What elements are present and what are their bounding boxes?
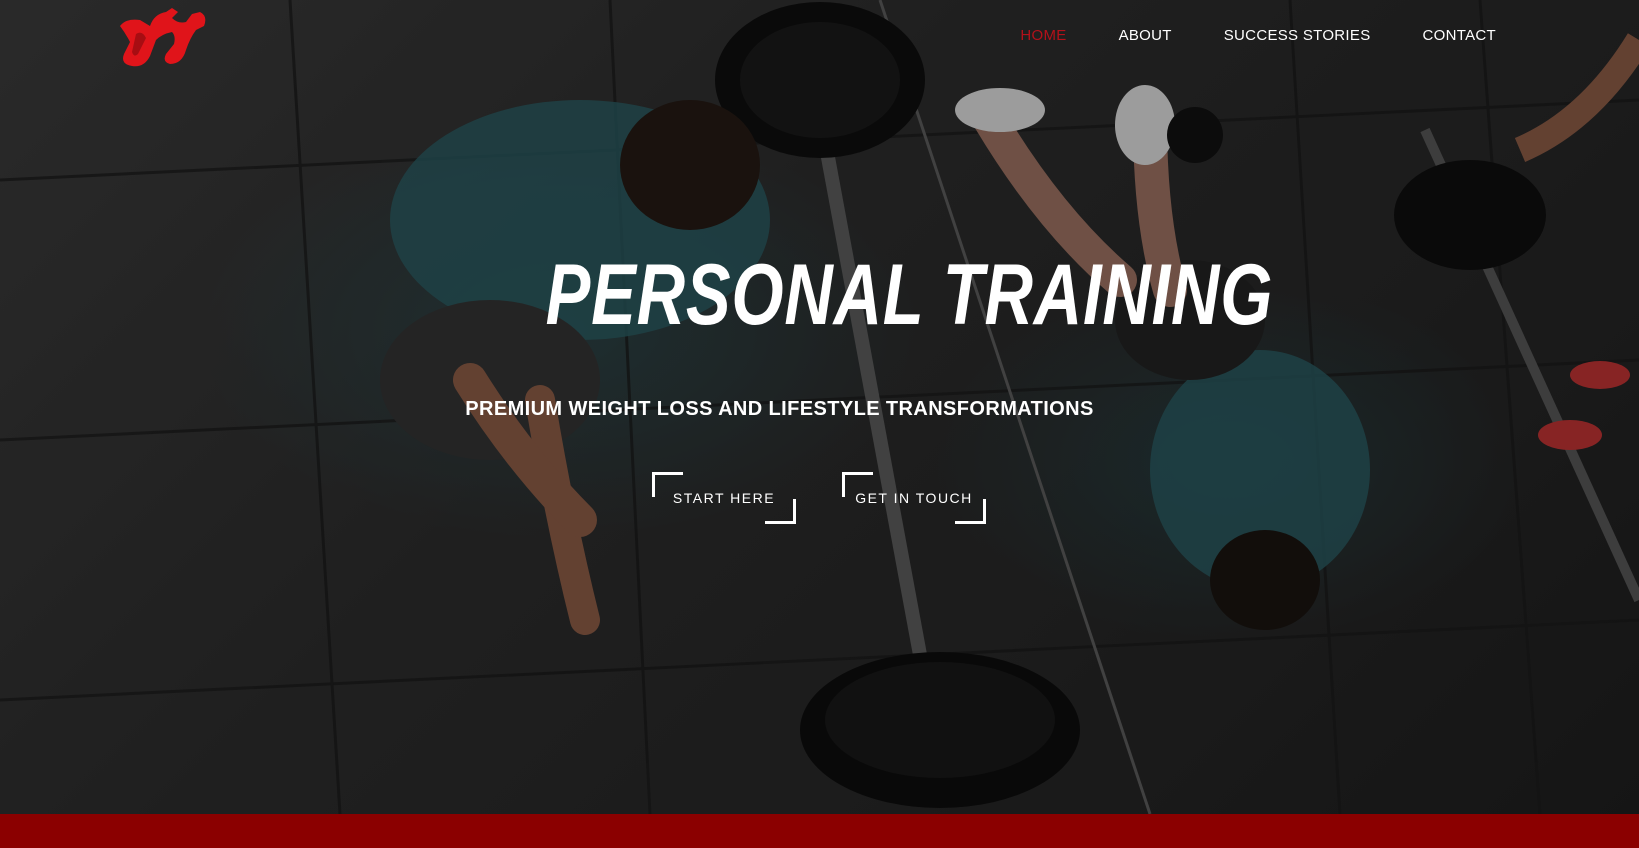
hero-subtitle-wrapper: PREMIUM WEIGHT LOSS AND LIFESTYLE TRANSF… <box>0 398 1639 421</box>
hero-section: HOME ABOUT SUCCESS STORIES CONTACT PERSO… <box>0 0 1639 814</box>
nav-item-success-stories[interactable]: SUCCESS STORIES <box>1224 26 1371 46</box>
hero-subtitle: PREMIUM WEIGHT LOSS AND LIFESTYLE TRANSF… <box>465 398 1094 420</box>
hero-title: PERSONAL TRAINING <box>545 247 1274 343</box>
start-here-button[interactable]: START HERE <box>652 472 796 524</box>
start-here-label: START HERE <box>672 490 776 506</box>
nav-item-contact[interactable]: CONTACT <box>1423 26 1496 46</box>
nav-item-about[interactable]: ABOUT <box>1119 26 1172 46</box>
main-nav: HOME ABOUT SUCCESS STORIES CONTACT <box>968 26 1496 46</box>
dumbbell-logo-icon[interactable] <box>116 4 210 68</box>
footer-accent-bar <box>0 814 1639 848</box>
nav-item-home[interactable]: HOME <box>1020 26 1066 46</box>
get-in-touch-button[interactable]: GET IN TOUCH <box>842 472 986 524</box>
get-in-touch-label: GET IN TOUCH <box>855 490 973 506</box>
hero-title-wrapper: PERSONAL TRAINING <box>0 250 1639 340</box>
